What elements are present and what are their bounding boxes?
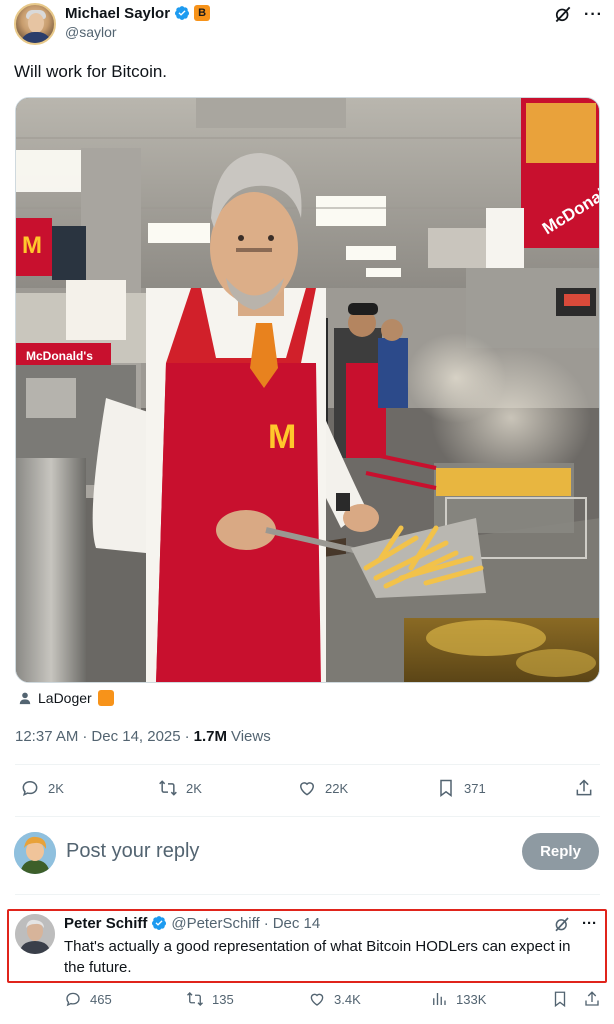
divider [15, 764, 600, 765]
like-count: 3.4K [334, 991, 361, 1007]
bitcoin-affiliate-badge: B [194, 5, 211, 21]
post-date[interactable]: Dec 14, 2025 [91, 728, 180, 745]
reply-action-bar: 465 135 3.4K 133K [64, 990, 604, 1012]
repost-count: 135 [212, 991, 234, 1007]
divider [15, 816, 600, 817]
bookmark-action[interactable]: 371 [436, 778, 486, 798]
reply-action[interactable]: 2K [20, 778, 64, 798]
bookmark-action[interactable] [551, 990, 569, 1008]
media-credit[interactable]: LaDoger [18, 688, 114, 708]
bookmark-icon [554, 991, 566, 1008]
reply-action[interactable]: 465 [64, 990, 112, 1008]
svg-text:M: M [268, 418, 296, 456]
grok-icon[interactable] [553, 915, 571, 933]
meta-separator: · [82, 728, 88, 745]
verified-badge-icon [152, 916, 167, 930]
views-count: 133K [456, 991, 487, 1007]
like-count: 22K [325, 780, 349, 796]
meta-separator: · [263, 914, 269, 932]
reply-author-handle[interactable]: @PeterSchiff [171, 915, 259, 932]
reply-button[interactable]: Reply [522, 833, 599, 870]
bookmark-count: 371 [464, 780, 486, 796]
like-action[interactable]: 22K [297, 778, 348, 798]
reply-icon [22, 780, 38, 797]
heart-icon [299, 782, 315, 796]
reply-author-photo [15, 914, 55, 954]
author-avatar[interactable] [14, 3, 56, 45]
reply-icon [66, 992, 80, 1007]
post-image[interactable]: M McDonald's McDonald's M [15, 97, 600, 683]
post-action-bar: 2K 2K 22K 371 [15, 778, 600, 802]
reply-text: That's actually a good representation of… [64, 938, 571, 976]
svg-text:M: M [22, 232, 42, 259]
like-action[interactable]: 3.4K [308, 990, 361, 1008]
post-metadata: 12:37 AM · Dec 14, 2025 · 1.7M Views [15, 728, 271, 745]
share-action[interactable] [574, 778, 594, 798]
repost-action[interactable]: 135 [186, 990, 234, 1008]
post-text: Will work for Bitcoin. [14, 62, 168, 81]
views-action[interactable]: 133K [430, 990, 486, 1008]
reply-author-avatar[interactable] [15, 914, 55, 954]
meta-separator: · [184, 728, 190, 745]
reply-input[interactable]: Post your reply [66, 840, 199, 863]
share-action[interactable] [583, 990, 601, 1008]
bookmark-icon [440, 779, 452, 797]
grok-icon[interactable] [553, 4, 573, 24]
views-label: Views [230, 728, 271, 745]
media-credit-name[interactable]: LaDoger [38, 690, 92, 706]
cartoon-avatar-image [14, 832, 56, 874]
repost-action[interactable]: 2K [158, 778, 202, 798]
repost-count: 2K [186, 780, 202, 796]
more-options-icon[interactable]: ··· [584, 6, 603, 24]
share-icon [585, 991, 599, 1006]
left-sign-text: McDonald's [26, 349, 93, 363]
current-user-avatar[interactable] [14, 832, 56, 874]
repost-icon [159, 780, 177, 796]
person-icon [19, 692, 31, 705]
author-name[interactable]: Michael Saylor [65, 5, 170, 22]
verified-badge-icon [175, 6, 190, 20]
heart-icon [310, 993, 324, 1006]
reply-author-name[interactable]: Peter Schiff [64, 915, 147, 932]
more-options-icon[interactable]: ··· [582, 915, 597, 932]
post-time[interactable]: 12:37 AM [15, 728, 78, 745]
share-icon [576, 779, 592, 796]
views-count: 1.7M [193, 728, 227, 745]
author-name-row: Michael Saylor B [65, 4, 211, 22]
reply-author-row: Peter Schiff @PeterSchiff · Dec 14 [64, 914, 320, 932]
divider [15, 894, 600, 895]
repost-icon [187, 992, 203, 1006]
reply-date[interactable]: Dec 14 [273, 915, 321, 932]
author-handle[interactable]: @saylor [65, 24, 117, 40]
orange-square-icon [97, 690, 114, 706]
kitchen-scene-image: M McDonald's McDonald's M [16, 98, 599, 682]
analytics-icon [433, 993, 446, 1005]
reply-count: 2K [48, 780, 64, 796]
reply-count: 465 [90, 991, 112, 1007]
